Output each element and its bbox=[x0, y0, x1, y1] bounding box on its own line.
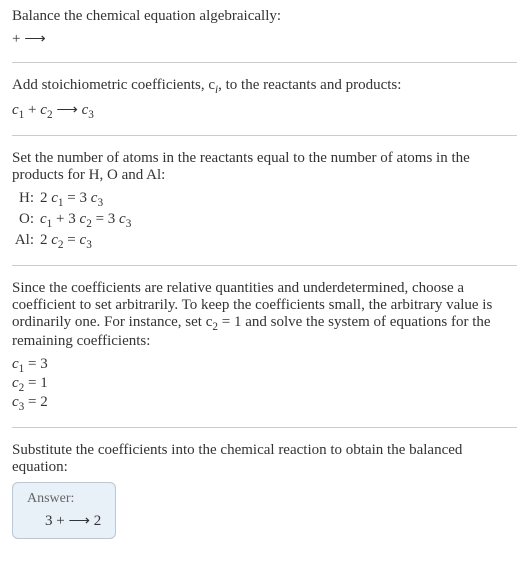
section-stoichiometric: Add stoichiometric coefficients, ci, to … bbox=[12, 77, 517, 121]
section-atom-equations: Set the number of atoms in the reactants… bbox=[12, 150, 517, 251]
section-title: Set the number of atoms in the reactants… bbox=[12, 150, 517, 184]
answer-label: Answer: bbox=[27, 491, 101, 507]
section-balance-intro: Balance the chemical equation algebraica… bbox=[12, 8, 517, 48]
balanced-equation: 3 + ⟶ 2 bbox=[27, 511, 101, 530]
divider bbox=[12, 265, 517, 266]
section-solve: Since the coefficients are relative quan… bbox=[12, 280, 517, 413]
result-c2: c2 = 1 bbox=[12, 375, 517, 394]
section-title: Substitute the coefficients into the che… bbox=[12, 442, 517, 476]
result-c3: c3 = 2 bbox=[12, 394, 517, 413]
initial-equation: + ⟶ bbox=[12, 29, 517, 48]
coefficient-equation: c1 + c2 ⟶ c3 bbox=[12, 100, 517, 121]
equation-row-al: Al: 2 c2 = c3 bbox=[12, 232, 517, 251]
section-title: Since the coefficients are relative quan… bbox=[12, 280, 517, 350]
result-c1: c1 = 3 bbox=[12, 356, 517, 375]
answer-box: Answer: 3 + ⟶ 2 bbox=[12, 482, 116, 539]
divider bbox=[12, 427, 517, 428]
atom-equation-table: H: 2 c1 = 3 c3 O: c1 + 3 c2 = 3 c3 Al: 2… bbox=[12, 190, 517, 251]
divider bbox=[12, 135, 517, 136]
section-substitute: Substitute the coefficients into the che… bbox=[12, 442, 517, 539]
equation-row-h: H: 2 c1 = 3 c3 bbox=[12, 190, 517, 209]
section-title: Add stoichiometric coefficients, ci, to … bbox=[12, 77, 517, 96]
section-title: Balance the chemical equation algebraica… bbox=[12, 8, 517, 25]
coefficient-results: c1 = 3 c2 = 1 c3 = 2 bbox=[12, 356, 517, 413]
equation-row-o: O: c1 + 3 c2 = 3 c3 bbox=[12, 211, 517, 230]
divider bbox=[12, 62, 517, 63]
